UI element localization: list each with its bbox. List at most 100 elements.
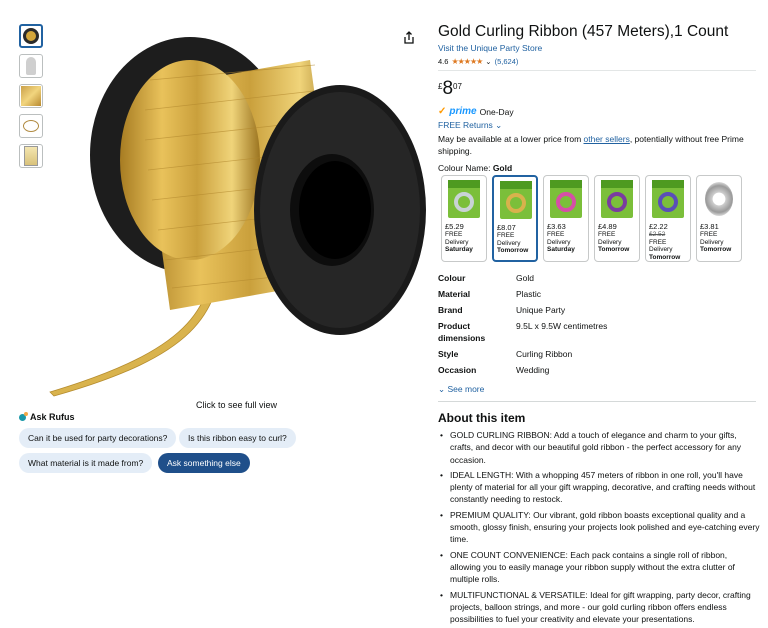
product-main-image[interactable] [40, 20, 440, 405]
chevron-down-icon: ⌄ [438, 384, 446, 394]
detail-label: Brand [438, 305, 463, 315]
price: £ 8 07 [438, 79, 462, 99]
about-bullet: GOLD CURLING RIBBON: Add a touch of eleg… [440, 429, 760, 466]
swatch-roll [506, 193, 526, 213]
swatch-delivery: FREE Delivery [700, 231, 724, 246]
divider [438, 401, 756, 402]
swatch-delivery: FREE Delivery [445, 231, 469, 246]
about-bullet: IDEAL LENGTH: With a whopping 457 meters… [440, 469, 760, 506]
swatch-price: £3.81 [700, 222, 719, 231]
swatch-strike-price: £2.52 [649, 231, 666, 238]
package-thumbnail-image [24, 146, 38, 166]
detail-row: Product dimensions 9.5L x 9.5W centimetre… [438, 320, 716, 344]
detail-value: 9.5L x 9.5W centimetres [516, 321, 608, 331]
detail-value: Curling Ribbon [516, 349, 573, 359]
detail-row: Style Curling Ribbon [438, 348, 716, 360]
swatch-roll [658, 192, 678, 212]
rating-row[interactable]: 4.6 ★★★★★ ⌄ (5,624) [438, 57, 518, 66]
swatch-price: £2.22 [649, 222, 668, 231]
swatch-gold[interactable]: £8.07 FREE Delivery Tomorrow [492, 175, 538, 262]
other-sellers-link[interactable]: other sellers [584, 134, 630, 144]
see-more-link[interactable]: ⌄ See more [438, 384, 484, 395]
swatch-delivery: FREE Delivery [497, 232, 521, 247]
silver-spool-image [705, 182, 733, 216]
prime-delivery: One-Day [479, 106, 514, 117]
detail-label: Material [438, 289, 471, 299]
store-link[interactable]: Visit the Unique Party Store [438, 43, 542, 53]
swatch-day: Tomorrow [649, 253, 681, 261]
detail-value: Gold [516, 273, 534, 283]
prime-logo: prime [449, 106, 477, 117]
detail-label: Product dimensions [438, 321, 486, 343]
swatch-day: Tomorrow [598, 246, 630, 253]
swatch-price: £4.89 [598, 222, 617, 231]
swatch-day: Saturday [547, 246, 575, 253]
spool-thumbnail-image [23, 28, 39, 44]
about-bullet: ONE COUNT CONVENIENCE: Each pack contain… [440, 549, 760, 586]
detail-value: Plastic [516, 289, 542, 299]
rating-count[interactable]: (5,624) [495, 57, 519, 66]
curl-thumbnail-image [23, 120, 39, 132]
detail-row: Brand Unique Party [438, 304, 716, 316]
swatch-day: Tomorrow [700, 246, 732, 253]
swatch-price: £8.07 [497, 223, 516, 232]
swatch-delivery: FREE Delivery [547, 231, 571, 246]
detail-label: Occasion [438, 365, 477, 375]
detail-value: Wedding [516, 365, 550, 375]
rufus-chip-material[interactable]: What material is it made from? [19, 453, 153, 473]
about-bullets: GOLD CURLING RIBBON: Add a touch of eleg… [440, 429, 760, 628]
about-heading: About this item [438, 411, 526, 425]
rufus-chip-curl[interactable]: Is this ribbon easy to curl? [179, 428, 296, 448]
swatch-violet[interactable]: £2.22 £2.52 FREE Delivery Tomorrow [645, 175, 691, 262]
swatch-roll [607, 192, 627, 212]
share-icon[interactable] [402, 31, 416, 45]
swatch-delivery: FREE Delivery [598, 231, 622, 246]
about-bullet: MULTIFUNCTIONAL & VERSATILE: Ideal for g… [440, 589, 760, 626]
chevron-down-icon: ⌄ [485, 57, 492, 66]
detail-row: Colour Gold [438, 272, 716, 284]
rufus-chip-party[interactable]: Can it be used for party decorations? [19, 428, 177, 448]
swatch-purple[interactable]: £4.89 FREE Delivery Tomorrow [594, 175, 640, 262]
rufus-title: Ask Rufus [30, 412, 75, 422]
product-details-table: Colour Gold Material Plastic Brand Unique P… [438, 272, 716, 380]
swatch-image [445, 179, 483, 219]
colour-label: Colour Name: [438, 163, 493, 173]
rufus-icon [19, 411, 28, 421]
prime-badge: ✓ prime One-Day [438, 106, 514, 117]
colour-swatches: £5.29 FREE Delivery Saturday £8.07 FREE … [441, 175, 742, 262]
availability-note: May be available at a lower price from o… [438, 133, 756, 157]
free-returns-label: FREE Returns [438, 120, 493, 130]
about-bullet: PREMIUM QUALITY: Our vibrant, gold ribbo… [440, 509, 760, 546]
colour-name: Colour Name: Gold [438, 163, 512, 173]
swatch-pink[interactable]: £3.63 FREE Delivery Saturday [543, 175, 589, 262]
detail-row: Occasion Wedding [438, 364, 716, 376]
rufus-ask-button[interactable]: Ask something else [158, 453, 250, 473]
availability-prefix: May be available at a lower price from [438, 134, 584, 144]
colour-value: Gold [492, 163, 513, 173]
swatch-silver-spool[interactable]: £3.81 FREE Delivery Tomorrow [696, 175, 742, 262]
rufus-heading: Ask Rufus [19, 411, 75, 422]
swatch-price: £3.63 [547, 222, 566, 231]
rating-value: 4.6 [438, 57, 449, 66]
swatch-roll [454, 192, 474, 212]
detail-label: Colour [438, 273, 466, 283]
swatch-image [598, 179, 636, 219]
balloon-thumbnail-image [26, 57, 36, 75]
detail-row: Material Plastic [438, 288, 716, 300]
detail-value: Unique Party [516, 305, 566, 315]
swatch-image [547, 179, 585, 219]
closeup-thumbnail-image [21, 86, 41, 106]
star-rating-icon: ★★★★★ [451, 57, 483, 66]
free-returns-link[interactable]: FREE Returns ⌄ [438, 120, 502, 131]
price-fraction: 07 [453, 82, 462, 91]
view-full-link[interactable]: Click to see full view [196, 400, 277, 410]
product-title: Gold Curling Ribbon (457 Meters),1 Count [438, 23, 729, 40]
swatch-day: Tomorrow [497, 247, 529, 254]
swatch-silver-card[interactable]: £5.29 FREE Delivery Saturday [441, 175, 487, 262]
prime-check-icon: ✓ [438, 106, 447, 117]
swatch-image [700, 179, 738, 219]
swatch-day: Saturday [445, 246, 473, 253]
chevron-down-icon: ⌄ [495, 120, 503, 130]
swatch-roll [556, 192, 576, 212]
swatch-delivery: FREE Delivery [649, 238, 673, 254]
